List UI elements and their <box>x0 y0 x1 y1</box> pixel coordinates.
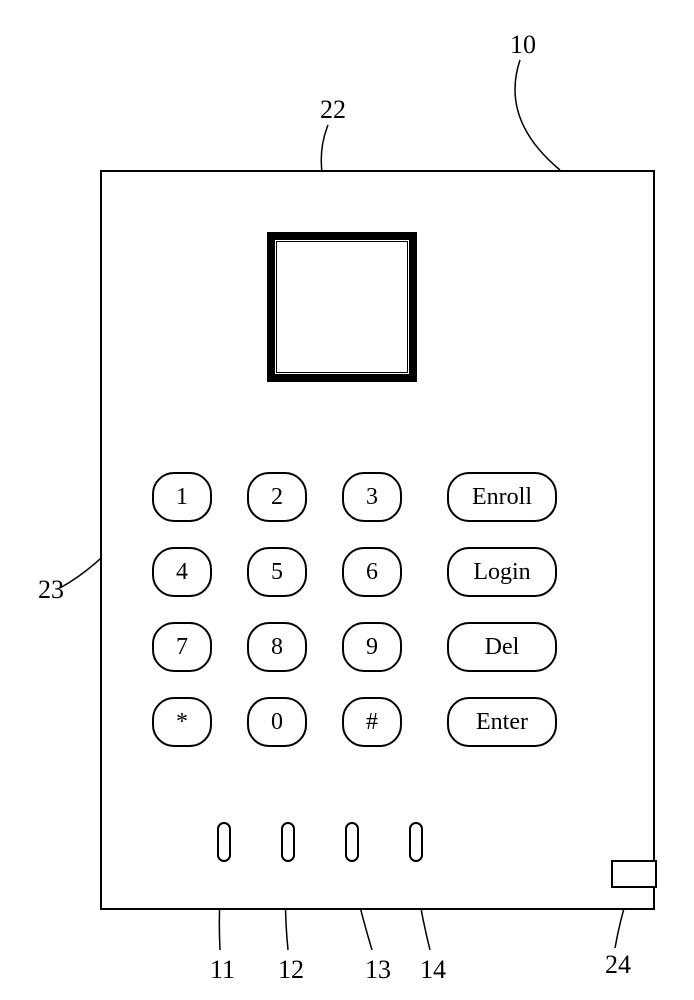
callout-slot1: 11 <box>210 955 235 985</box>
callout-slot3: 13 <box>365 955 391 985</box>
slot-3 <box>345 822 359 862</box>
slot-4 <box>409 822 423 862</box>
key-2[interactable]: 2 <box>247 472 307 522</box>
key-6[interactable]: 6 <box>342 547 402 597</box>
slot-row <box>217 822 423 862</box>
callout-screen: 22 <box>320 95 346 125</box>
key-enroll[interactable]: Enroll <box>447 472 557 522</box>
key-hash[interactable]: # <box>342 697 402 747</box>
key-4[interactable]: 4 <box>152 547 212 597</box>
key-7[interactable]: 7 <box>152 622 212 672</box>
key-9[interactable]: 9 <box>342 622 402 672</box>
key-3[interactable]: 3 <box>342 472 402 522</box>
callout-slot2: 12 <box>278 955 304 985</box>
callout-port: 24 <box>605 950 631 980</box>
key-8[interactable]: 8 <box>247 622 307 672</box>
key-login[interactable]: Login <box>447 547 557 597</box>
key-1[interactable]: 1 <box>152 472 212 522</box>
slot-2 <box>281 822 295 862</box>
device-body: 1 2 3 Enroll 4 5 6 Login 7 8 9 Del * 0 #… <box>100 170 655 910</box>
callout-device: 10 <box>510 30 536 60</box>
key-0[interactable]: 0 <box>247 697 307 747</box>
keypad: 1 2 3 Enroll 4 5 6 Login 7 8 9 Del * 0 #… <box>152 472 612 747</box>
display-screen-inner <box>276 241 408 373</box>
display-screen <box>267 232 417 382</box>
key-del[interactable]: Del <box>447 622 557 672</box>
key-5[interactable]: 5 <box>247 547 307 597</box>
side-port <box>611 860 657 888</box>
key-enter[interactable]: Enter <box>447 697 557 747</box>
slot-1 <box>217 822 231 862</box>
callout-keypad: 23 <box>38 575 64 605</box>
key-star[interactable]: * <box>152 697 212 747</box>
callout-slot4: 14 <box>420 955 446 985</box>
